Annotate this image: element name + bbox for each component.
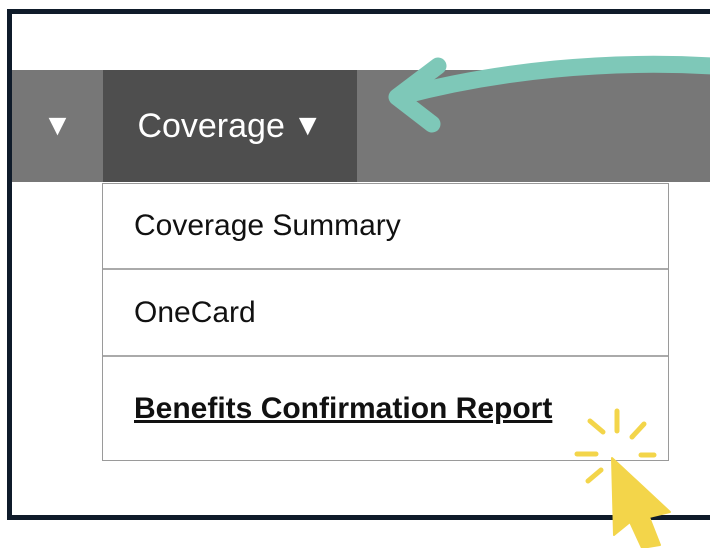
coverage-menu-label: Coverage — [137, 106, 285, 145]
menu-item-benefits-confirmation-report[interactable]: Benefits Confirmation Report — [103, 357, 668, 461]
coverage-menu-button[interactable]: Coverage ▼ — [103, 70, 357, 182]
nav-collapse-button[interactable]: ▼ — [12, 70, 103, 182]
triangle-down-icon: ▼ — [42, 109, 73, 142]
navbar: ▼ Coverage ▼ — [12, 70, 710, 182]
chevron-down-icon: ▼ — [292, 109, 323, 142]
menu-item-coverage-summary[interactable]: Coverage Summary — [103, 184, 668, 270]
browser-frame: ▼ Coverage ▼ Coverage Summary OneCard Be… — [7, 9, 710, 520]
coverage-dropdown-menu: Coverage Summary OneCard Benefits Confir… — [102, 183, 669, 461]
menu-item-onecard[interactable]: OneCard — [103, 270, 668, 357]
